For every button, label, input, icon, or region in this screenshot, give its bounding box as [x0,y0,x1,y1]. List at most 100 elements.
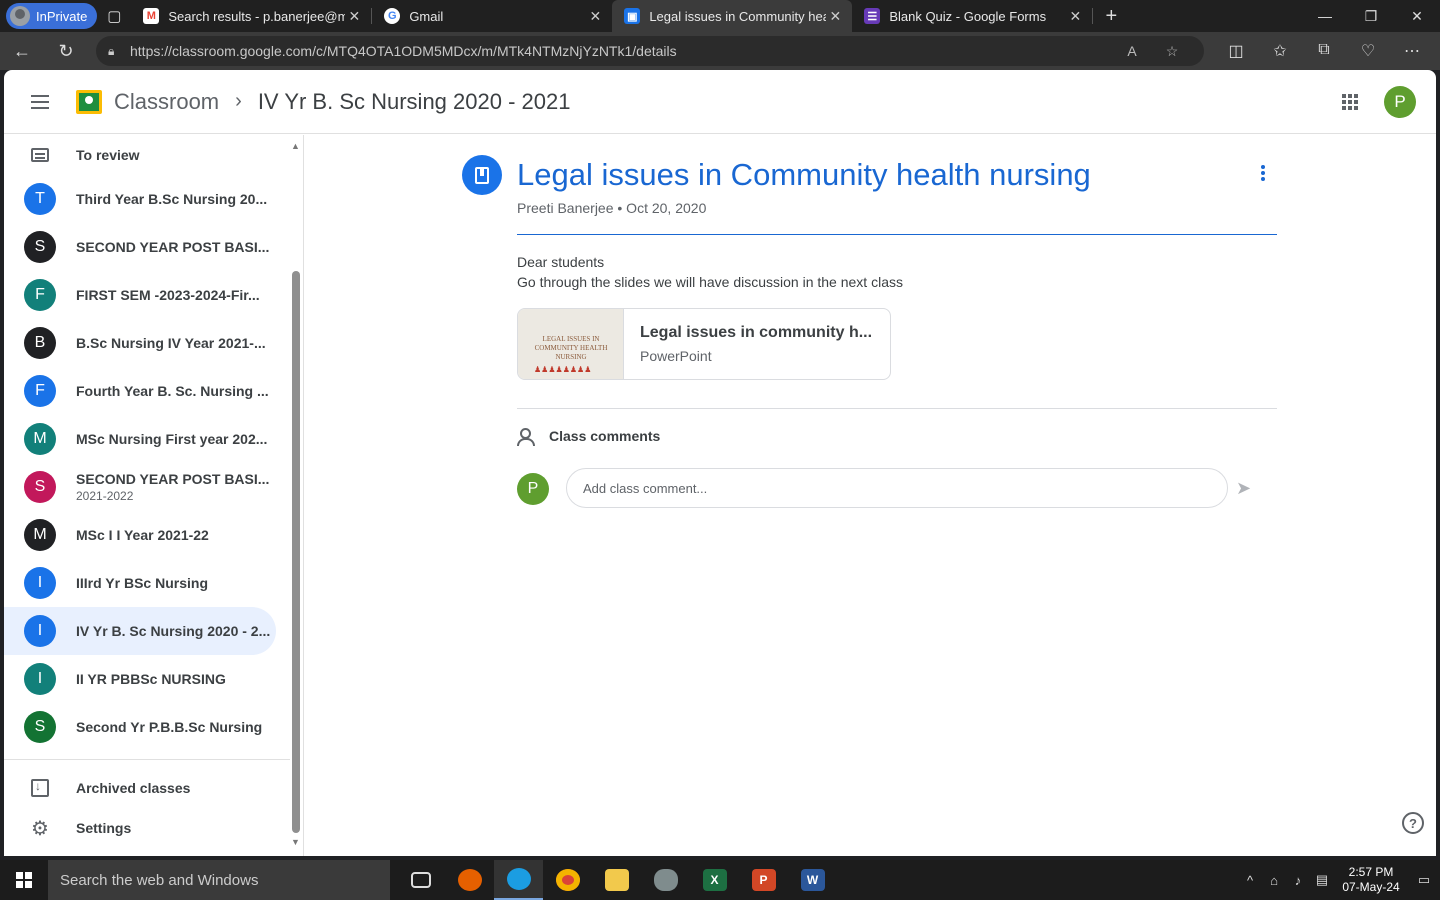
firefox-icon[interactable] [445,860,494,900]
class-avatar: I [24,663,56,695]
class-avatar: S [24,471,56,503]
new-tab-button[interactable]: + [1093,5,1129,28]
tab-actions-icon[interactable]: ▢ [97,0,131,32]
sidebar-item-class[interactable]: F Fourth Year B. Sc. Nursing ... [4,367,276,415]
task-view-icon[interactable] [396,860,445,900]
class-avatar: B [24,327,56,359]
scroll-down-icon[interactable]: ▼ [291,837,300,847]
browser-essentials-icon[interactable]: ♡ [1346,41,1390,61]
attachment-card[interactable]: LEGAL ISSUES IN COMMUNITY HEALTH NURSING… [517,308,891,380]
url-text: https://classroom.google.com/c/MTQ4OTA1O… [130,43,677,59]
favorite-star-icon[interactable]: ☆ [1152,43,1192,60]
forms-icon: ☰ [864,8,881,24]
material-icon [462,155,502,195]
start-button[interactable] [0,872,48,888]
excel-icon[interactable]: X [690,860,739,900]
chevron-up-icon[interactable]: ^ [1238,873,1262,888]
more-vert-icon[interactable] [1261,165,1265,181]
google-apps-icon[interactable] [1342,94,1358,110]
minimize-icon[interactable]: — [1302,8,1348,25]
sidebar-item-archived[interactable]: Archived classes [4,768,284,808]
send-icon[interactable]: ➤ [1236,478,1256,498]
avatar: P [517,473,549,505]
class-avatar: T [24,183,56,215]
window-close-icon[interactable]: ✕ [1394,8,1440,25]
browser-tab-strip: InPrivate ▢ M Search results - p.banerje… [0,0,1440,32]
help-icon[interactable]: ? [1402,812,1424,834]
back-icon[interactable]: ← [0,41,44,62]
sidebar-item-class[interactable]: I II YR PBBSc NURSING [4,655,276,703]
sidebar-item-class[interactable]: T Third Year B.Sc Nursing 20... [4,175,276,223]
sidebar-item-label: Second Yr P.B.B.Sc Nursing [76,719,263,735]
sidebar-item-class[interactable]: F FIRST SEM -2023-2024-Fir... [4,271,276,319]
close-icon[interactable]: ✕ [586,8,604,25]
class-avatar: S [24,231,56,263]
class-avatar: F [24,375,56,407]
address-bar[interactable]: 🔒︎ https://classroom.google.com/c/MTQ4OT… [96,36,1204,66]
clock[interactable]: 2:57 PM 07-May-24 [1334,865,1408,895]
classroom-logo-icon[interactable] [76,89,102,114]
scrollbar-thumb[interactable] [292,271,300,833]
network-icon[interactable]: ⌂ [1262,873,1286,888]
classroom-app: Classroom › IV Yr B. Sc Nursing 2020 - 2… [4,70,1436,856]
sidebar-item-class[interactable]: S SECOND YEAR POST BASI... 2021-2022 [4,463,276,511]
sidebar-item-settings[interactable]: ⚙ Settings [4,808,284,848]
notifications-icon[interactable]: ▭ [1408,872,1440,888]
keyboard-icon[interactable]: ▤ [1310,872,1334,888]
close-icon[interactable]: ✕ [826,8,844,25]
browser-tab-classroom[interactable]: ▣ Legal issues in Community health ✕ [612,0,853,32]
course-title[interactable]: IV Yr B. Sc Nursing 2020 - 2021 [258,89,571,115]
sidebar-item-class[interactable]: S SECOND YEAR POST BASI... [4,223,276,271]
main-menu-icon[interactable] [4,100,76,103]
sidebar-item-label: IV Yr B. Sc Nursing 2020 - 2... [76,623,271,639]
sidebar-item-class[interactable]: B B.Sc Nursing IV Year 2021-... [4,319,276,367]
taskbar-search-placeholder: Search the web and Windows [60,871,259,889]
sidebar-item-label: IIIrd Yr BSc Nursing [76,575,208,591]
app-icon[interactable] [641,860,690,900]
powerpoint-icon[interactable]: P [739,860,788,900]
avatar[interactable]: P [1384,86,1416,118]
post-body-line: Go through the slides we will have discu… [517,274,903,290]
class-avatar: F [24,279,56,311]
word-icon[interactable]: W [788,860,837,900]
sidebar-item-label: SECOND YEAR POST BASI... [76,239,270,255]
sidebar-item-label: Third Year B.Sc Nursing 20... [76,191,268,207]
post-body: Dear students Go through the slides we w… [517,252,903,292]
sidebar-item-class[interactable]: S Second Yr P.B.B.Sc Nursing [4,703,276,751]
split-screen-icon[interactable]: ◫ [1214,41,1258,61]
volume-icon[interactable]: ♪ [1286,873,1310,888]
sidebar-item-class[interactable]: I IV Yr B. Sc Nursing 2020 - 2... [4,607,276,655]
close-icon[interactable]: ✕ [1066,8,1084,25]
inprivate-badge[interactable]: InPrivate [6,3,98,29]
browser-tab-forms[interactable]: ☰ Blank Quiz - Google Forms ✕ [852,0,1092,32]
collections-icon[interactable]: ⧉ [1302,41,1346,61]
favorites-icon[interactable]: ✩ [1258,41,1302,61]
brand-name[interactable]: Classroom [114,89,219,115]
sidebar-item-label: Archived classes [76,780,191,796]
edge-icon[interactable] [494,860,543,900]
post-detail: Legal issues in Community health nursing… [305,135,1436,856]
restore-icon[interactable]: ❐ [1348,8,1394,25]
comment-input[interactable] [566,468,1228,508]
refresh-icon[interactable]: ↻ [44,41,88,62]
scroll-up-icon[interactable]: ▲ [291,141,300,151]
sidebar-item-label: II YR PBBSc NURSING [76,671,226,687]
file-explorer-icon[interactable] [592,860,641,900]
tab-title: Blank Quiz - Google Forms [889,8,1047,24]
divider [4,759,290,760]
sidebar-scrollbar[interactable]: ▲ ▼ [290,139,302,849]
read-aloud-icon[interactable]: A [1112,43,1152,59]
sidebar-item-to-review[interactable]: To review [4,141,284,169]
profile-icon [10,6,30,26]
sidebar-item-class[interactable]: M MSc I I Year 2021-22 [4,511,276,559]
people-figures-icon: ♟♟♟♟♟♟♟♟ [534,365,592,374]
browser-toolbar: ← ↻ 🔒︎ https://classroom.google.com/c/MT… [0,32,1440,70]
browser-tab-search[interactable]: M Search results - p.banerjee@mgm ✕ [131,0,371,32]
sidebar-item-class[interactable]: M MSc Nursing First year 202... [4,415,276,463]
sidebar-item-class[interactable]: I IIIrd Yr BSc Nursing [4,559,276,607]
browser-tab-gmail[interactable]: G Gmail ✕ [372,0,612,32]
taskbar-search[interactable]: Search the web and Windows [48,860,390,900]
close-icon[interactable]: ✕ [345,8,363,25]
more-options-icon[interactable]: ⋯ [1390,41,1434,61]
chrome-icon[interactable] [543,860,592,900]
